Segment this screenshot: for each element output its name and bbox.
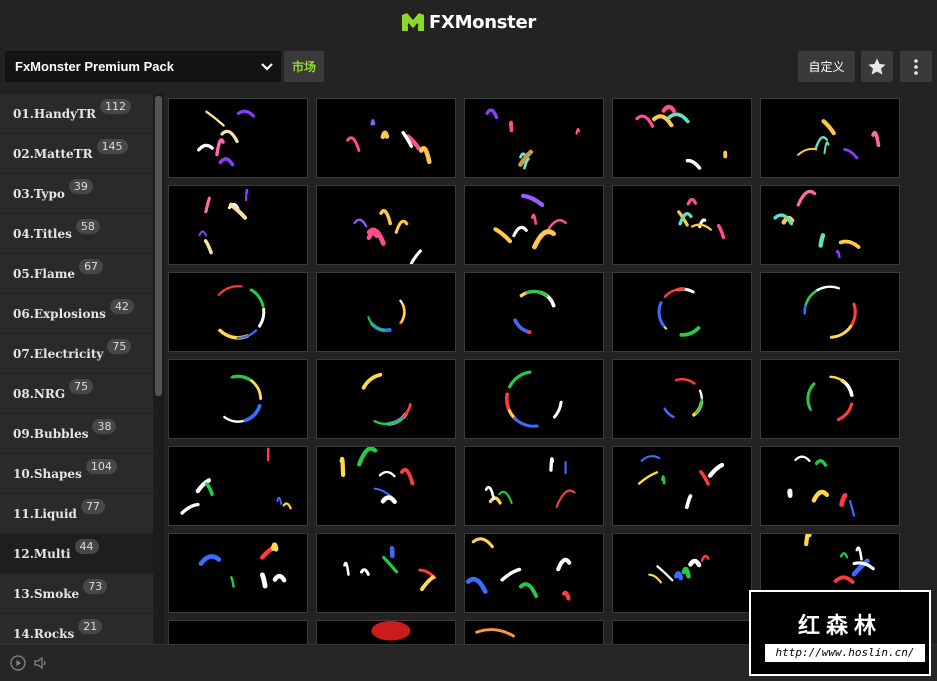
category-name: 11.Liquid [13,506,77,521]
chevron-down-icon [254,52,280,81]
preset-thumbnail[interactable] [760,359,900,439]
preset-thumbnail[interactable] [168,272,308,352]
sidebar-category-item[interactable]: 07.Electricity 75 [0,334,153,374]
preset-thumbnail[interactable] [760,446,900,526]
volume-icon[interactable] [33,655,49,671]
sidebar-category-item[interactable]: 06.Explosions 42 [0,294,153,334]
sidebar-category-item[interactable]: 13.Smoke 73 [0,574,153,614]
preset-thumbnail[interactable] [316,98,456,178]
category-name: 04.Titles [13,226,72,241]
category-count-badge: 39 [68,179,93,194]
preset-thumbnail[interactable] [316,620,456,644]
category-name: 01.HandyTR [13,106,96,121]
category-count-badge: 21 [78,619,103,634]
preset-thumbnail[interactable] [760,185,900,265]
sidebar-category-item[interactable]: 01.HandyTR 112 [0,94,153,134]
monster-logo-icon [402,13,424,31]
category-count-badge: 42 [109,299,134,314]
category-name: 05.Flame [13,266,76,281]
preset-thumbnail[interactable] [464,272,604,352]
preset-thumbnail[interactable] [316,446,456,526]
sidebar-category-item[interactable]: 05.Flame 67 [0,254,153,294]
market-button[interactable]: 市场 [284,51,324,82]
preset-thumbnail[interactable] [168,185,308,265]
category-count-badge: 112 [99,99,131,114]
preset-thumbnail[interactable] [316,359,456,439]
preset-thumbnail[interactable] [612,446,752,526]
preset-thumbnail[interactable] [612,620,752,644]
pack-dropdown[interactable]: FxMonster Premium Pack [5,51,281,82]
customize-button[interactable]: 自定义 [798,51,855,82]
watermark-overlay: 红森林 http://www.hoslin.cn/ [749,590,931,676]
more-options-button[interactable] [900,51,932,82]
sidebar-category-item[interactable]: 04.Titles 58 [0,214,153,254]
preset-thumbnail[interactable] [612,98,752,178]
brand-logo: FXMonster [401,12,536,33]
sidebar-category-item[interactable]: 08.NRG 75 [0,374,153,414]
preset-thumbnail[interactable] [464,620,604,644]
sidebar-category-item[interactable]: 11.Liquid 77 [0,494,153,534]
star-icon [868,58,886,75]
preset-thumbnail[interactable] [168,446,308,526]
category-name: 13.Smoke [13,586,80,601]
sidebar-category-item[interactable]: 10.Shapes 104 [0,454,153,494]
category-count-badge: 38 [92,419,117,434]
sidebar-category-item[interactable]: 09.Bubbles 38 [0,414,153,454]
category-count-badge: 75 [107,339,132,354]
pack-dropdown-value: FxMonster Premium Pack [15,59,174,74]
preset-thumbnail[interactable] [760,98,900,178]
sidebar-scroll-thumb[interactable] [155,96,162,396]
preset-thumbnail[interactable] [464,446,604,526]
favorites-button[interactable] [861,51,893,82]
preset-thumbnail[interactable] [612,272,752,352]
preset-thumbnail[interactable] [612,359,752,439]
preset-thumbnail[interactable] [464,185,604,265]
category-name: 02.MatteTR [13,146,93,161]
preset-thumbnail[interactable] [316,272,456,352]
category-count-badge: 104 [85,459,117,474]
play-icon[interactable] [10,655,26,671]
category-name: 12.Multi [13,546,71,561]
category-name: 14.Rocks [13,626,75,641]
category-count-badge: 44 [74,539,99,554]
watermark-url: http://www.hoslin.cn/ [765,644,925,662]
category-count-badge: 67 [79,259,104,274]
preset-thumbnail[interactable] [464,359,604,439]
category-count-badge: 75 [69,379,94,394]
sidebar-category-item[interactable]: 03.Typo 39 [0,174,153,214]
category-name: 10.Shapes [13,466,82,481]
preset-thumbnail[interactable] [760,272,900,352]
category-name: 07.Electricity [13,346,104,361]
category-count-badge: 77 [80,499,105,514]
brand-name: FXMonster [429,11,536,33]
preset-grid [166,96,937,644]
sidebar-category-item[interactable]: 12.Multi 44 [0,534,153,574]
sidebar-category-item[interactable]: 14.Rocks 21 [0,614,153,644]
toolbar: FxMonster Premium Pack 市场 自定义 [0,44,937,94]
sidebar-scrollbar[interactable] [153,94,164,644]
category-sidebar: 01.HandyTR 112 02.MatteTR 145 03.Typo 39 04.Ti… [0,94,153,644]
preset-thumbnail[interactable] [464,98,604,178]
preset-thumbnail[interactable] [168,98,308,178]
preset-thumbnail[interactable] [464,533,604,613]
preset-thumbnail[interactable] [612,533,752,613]
category-count-badge: 145 [96,139,128,154]
category-count-badge: 58 [75,219,100,234]
preset-thumbnail[interactable] [168,533,308,613]
preset-thumbnail[interactable] [168,620,308,644]
app-window: FXMonster FxMonster Premium Pack 市场 自定义 … [0,0,937,681]
category-name: 06.Explosions [13,306,106,321]
preset-thumbnail[interactable] [168,359,308,439]
watermark-title: 红森林 [797,614,882,639]
category-name: 03.Typo [13,186,65,201]
preset-thumbnail[interactable] [316,185,456,265]
preset-thumbnail[interactable] [316,533,456,613]
vertical-dots-icon [914,58,918,75]
category-name: 08.NRG [13,386,66,401]
category-name: 09.Bubbles [13,426,89,441]
header: FXMonster [0,0,937,44]
preset-thumbnail[interactable] [612,185,752,265]
sidebar-category-item[interactable]: 02.MatteTR 145 [0,134,153,174]
category-count-badge: 73 [83,579,108,594]
